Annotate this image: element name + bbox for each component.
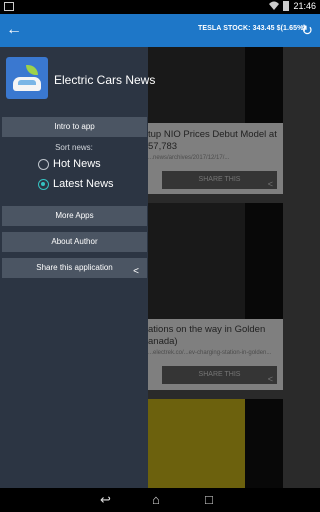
radio-hot-news[interactable]: Hot News <box>38 158 101 170</box>
recents-icon[interactable]: □ <box>205 492 213 507</box>
system-nav-bar: ↩ ⌂ □ <box>0 488 320 512</box>
battery-icon <box>283 1 290 11</box>
radio-checked-icon <box>38 178 49 190</box>
share-app-label: Share this application <box>36 263 113 272</box>
wifi-icon <box>269 1 280 10</box>
app-logo <box>6 57 48 99</box>
refresh-icon[interactable]: ↻ <box>301 22 313 38</box>
sort-label: Sort news: <box>55 143 93 152</box>
drawer-scrim[interactable] <box>148 47 320 488</box>
app-bar: ← TESLA STOCK: 343.45 $(1.65%) ↻ <box>0 14 320 47</box>
radio-latest-news[interactable]: Latest News <box>38 178 114 190</box>
share-app-button[interactable]: Share this application < <box>2 258 147 278</box>
home-icon[interactable]: ⌂ <box>152 492 160 507</box>
status-time: 21:46 <box>293 1 316 11</box>
arrow-left-icon[interactable]: ← <box>6 21 22 39</box>
notification-icon <box>4 2 14 11</box>
radio-label: Hot News <box>53 158 101 170</box>
stock-ticker: TESLA STOCK: 343.45 $(1.65%) <box>198 25 306 32</box>
about-author-button[interactable]: About Author <box>2 232 147 252</box>
status-right: 21:46 <box>269 1 316 11</box>
radio-unchecked-icon <box>38 158 49 170</box>
status-bar: 21:46 <box>0 0 320 14</box>
app-name: Electric Cars News <box>54 73 156 87</box>
radio-label: Latest News <box>53 178 114 190</box>
intro-button[interactable]: Intro to app <box>2 117 147 137</box>
back-icon[interactable]: ↩ <box>100 492 111 508</box>
navigation-drawer: Electric Cars News Intro to app Sort new… <box>0 47 155 488</box>
share-icon: < <box>133 266 139 277</box>
more-apps-button[interactable]: More Apps <box>2 206 147 226</box>
